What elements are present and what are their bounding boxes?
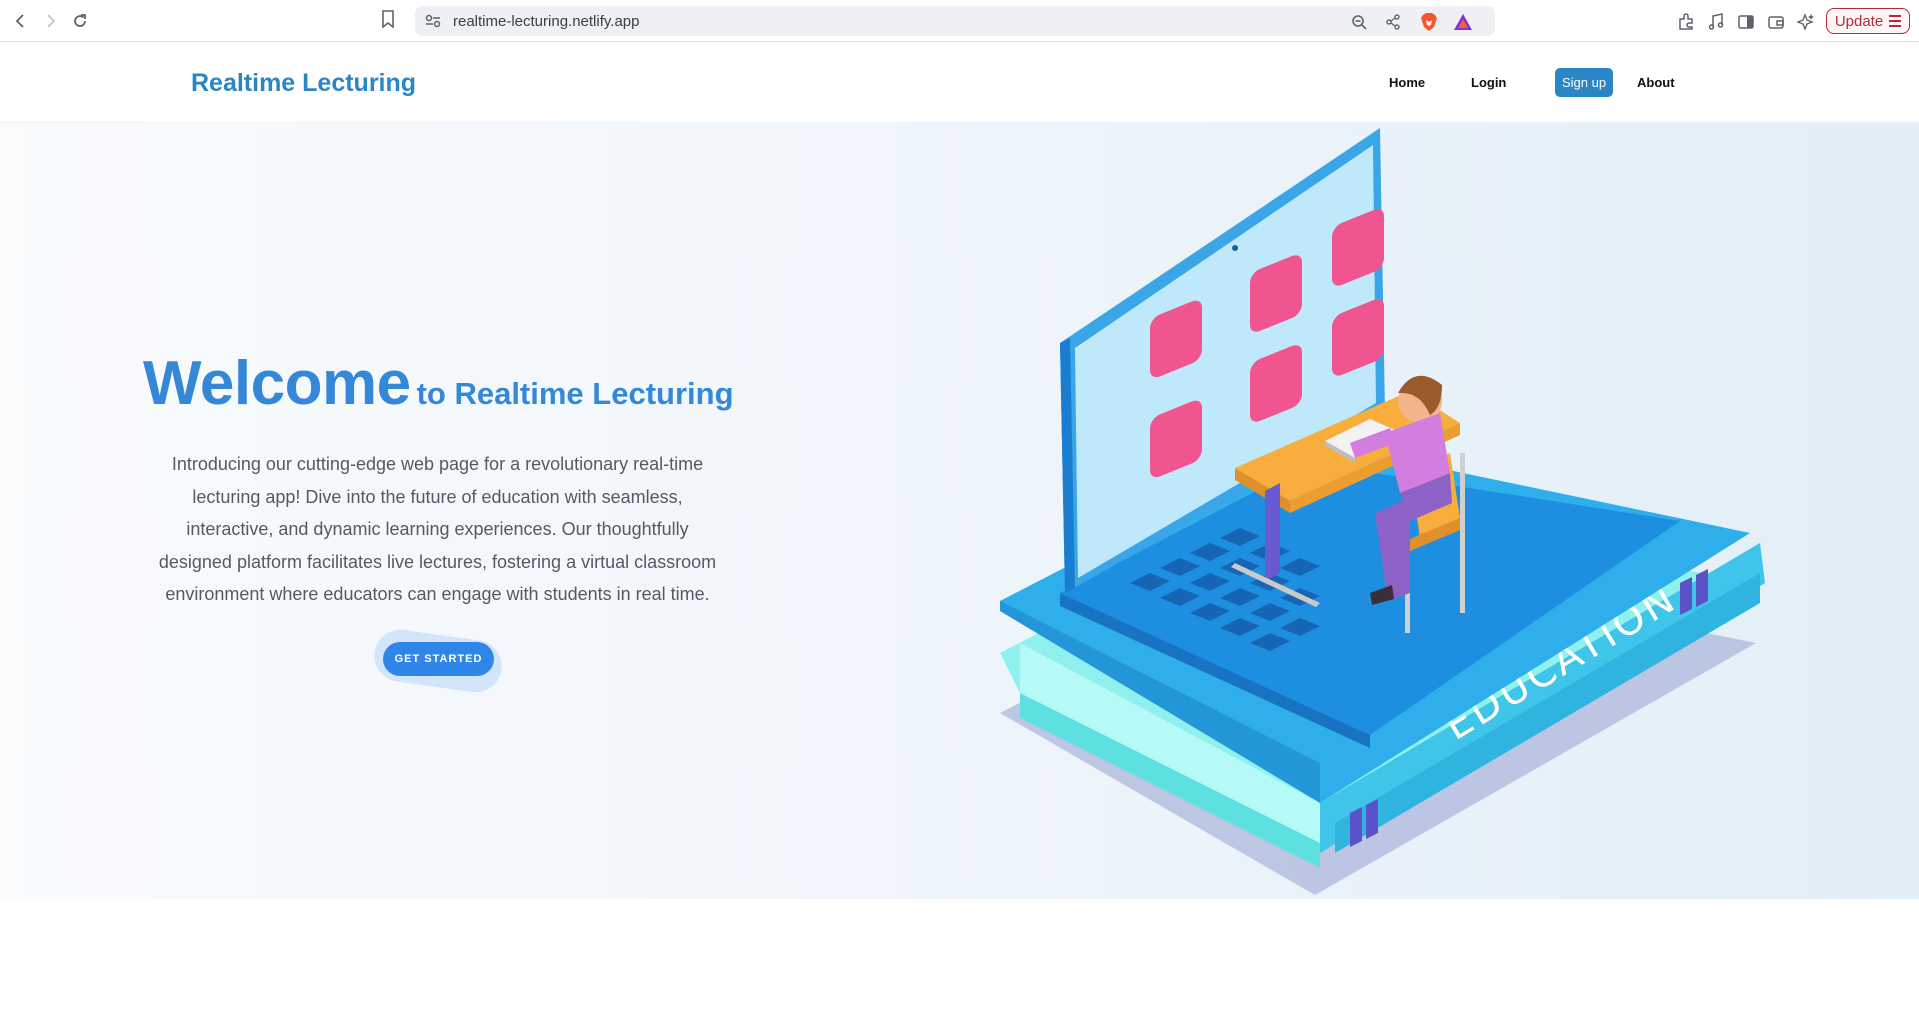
nav-about-link[interactable]: About — [1637, 75, 1675, 90]
update-button[interactable]: Update — [1826, 8, 1910, 34]
site-logo-text[interactable]: Realtime Lecturing — [191, 69, 416, 98]
back-icon[interactable] — [9, 9, 33, 33]
education-illustration: EDUCATION — [1000, 128, 1765, 895]
nav-home-link[interactable]: Home — [1389, 75, 1425, 90]
url-text: realtime-lecturing.netlify.app — [453, 13, 640, 30]
update-label: Update — [1834, 12, 1884, 30]
wallet-icon[interactable] — [1765, 11, 1787, 33]
hero-heading-subtitle: to Realtime Lecturing — [416, 376, 734, 411]
leo-ai-icon[interactable] — [1795, 11, 1817, 33]
hero-heading-welcome: Welcome — [143, 349, 411, 418]
media-icon[interactable] — [1705, 11, 1727, 33]
hero-intro-text: Introducing our cutting-edge web page fo… — [158, 454, 717, 604]
browser-toolbar: realtime-lecturing.netlify.app Update — [0, 0, 1919, 42]
site-header: Realtime Lecturing Home Login Sign up Ab… — [0, 42, 1919, 123]
bookmark-icon[interactable] — [381, 10, 395, 33]
extensions-icon[interactable] — [1675, 11, 1697, 33]
nav-login-link[interactable]: Login — [1471, 75, 1506, 90]
share-icon[interactable] — [1383, 12, 1403, 32]
nav-signup-button[interactable]: Sign up — [1555, 68, 1613, 97]
zoom-out-icon[interactable] — [1349, 12, 1369, 32]
brave-rewards-icon[interactable] — [1453, 12, 1473, 32]
cta-wrapper: GET STARTED — [370, 626, 505, 696]
hero-heading: Welcome to Realtime Lecturing — [143, 348, 734, 419]
sidebar-icon[interactable] — [1735, 11, 1757, 33]
address-bar[interactable]: realtime-lecturing.netlify.app — [415, 6, 1495, 36]
forward-icon[interactable] — [38, 9, 62, 33]
get-started-button[interactable]: GET STARTED — [383, 642, 494, 676]
hero-section: Welcome to Realtime Lecturing Introducing… — [0, 123, 1919, 899]
reload-icon[interactable] — [68, 9, 92, 33]
menu-icon — [1889, 15, 1902, 27]
brave-shield-icon[interactable] — [1419, 12, 1439, 32]
site-settings-icon[interactable] — [425, 14, 441, 33]
